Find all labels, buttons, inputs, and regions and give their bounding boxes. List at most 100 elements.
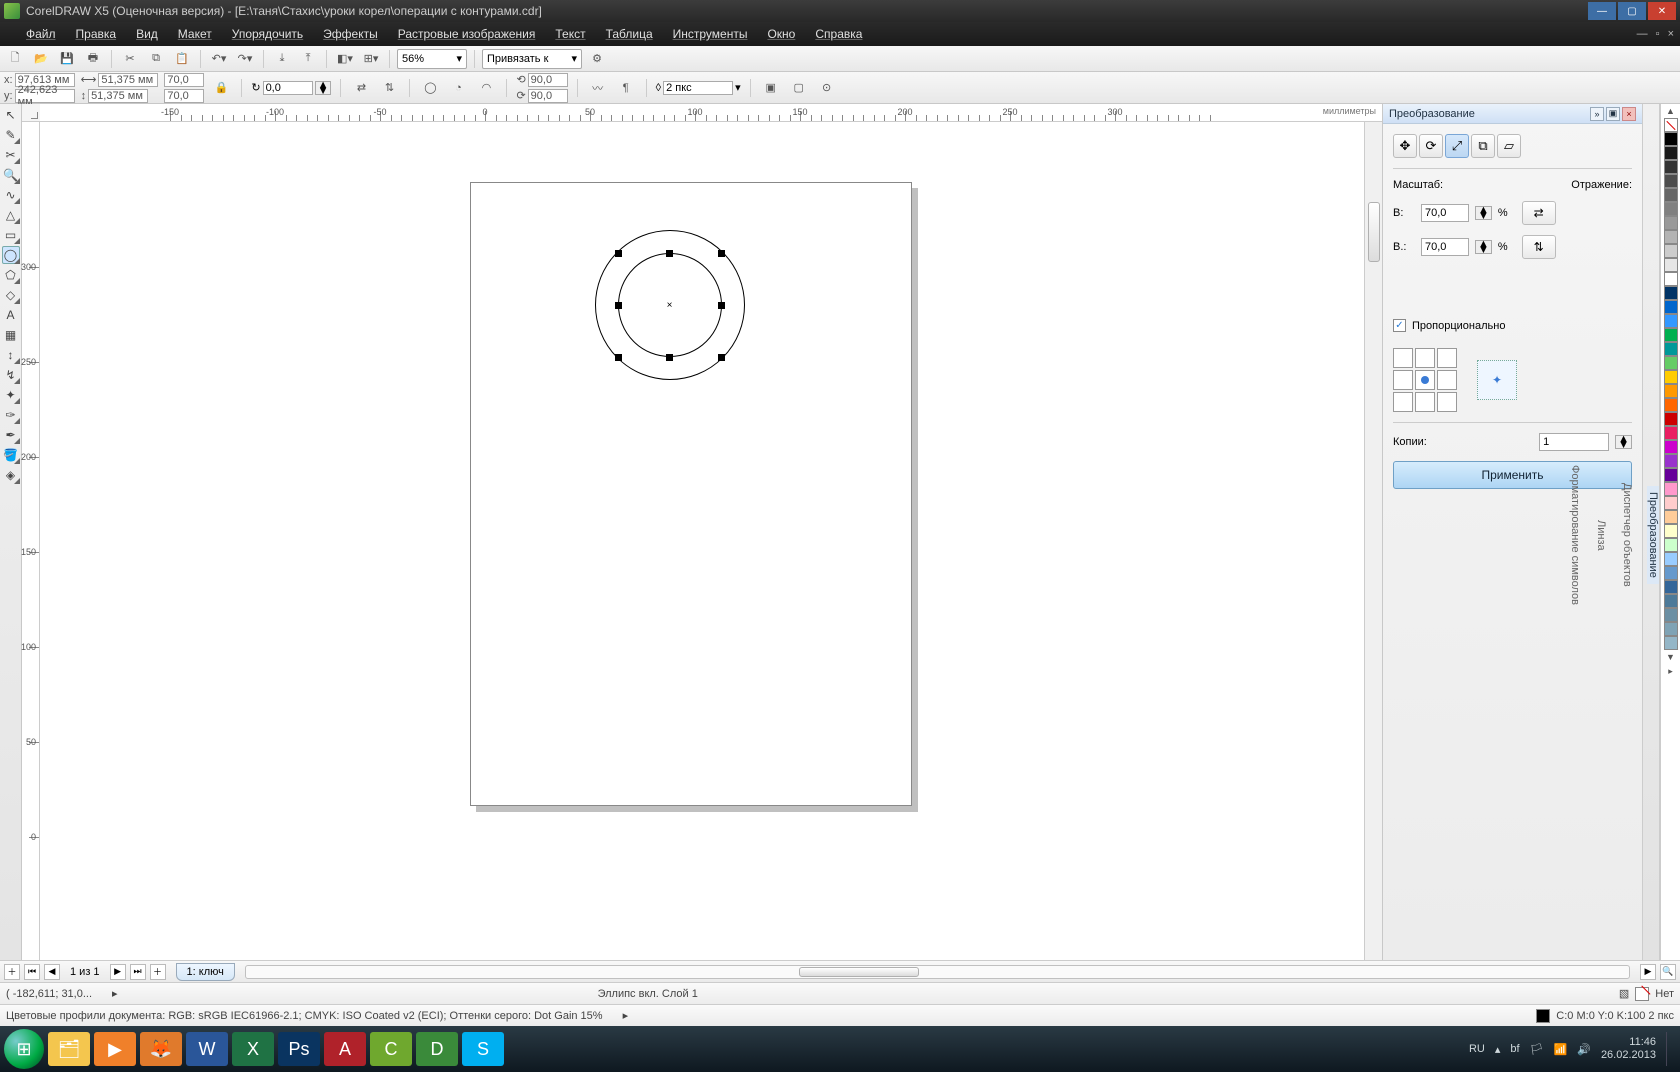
minimize-button[interactable]: — xyxy=(1588,2,1616,20)
zoom-combo[interactable]: 56%▾ xyxy=(397,49,467,69)
crop-tool[interactable]: ✂ xyxy=(2,146,20,164)
horizontal-ruler[interactable]: миллиметры -150-100-50050100150200250300 xyxy=(40,104,1382,122)
swatch-4[interactable] xyxy=(1664,188,1678,202)
swatch-8[interactable] xyxy=(1664,244,1678,258)
swatch-35[interactable] xyxy=(1664,622,1678,636)
zoom-tool-button[interactable]: 🔍 xyxy=(1660,964,1676,980)
swatch-19[interactable] xyxy=(1664,398,1678,412)
docker-tab-0[interactable]: Преобразование xyxy=(1647,486,1659,584)
undo-button[interactable]: ↶▾ xyxy=(208,48,230,70)
welcome-button[interactable]: ⊞▾ xyxy=(360,48,382,70)
menu-растровые изображения[interactable]: Растровые изображения xyxy=(388,22,546,46)
arc-button[interactable]: ◠ xyxy=(475,77,497,99)
eyedropper-tool[interactable]: ✑ xyxy=(2,406,20,424)
tray-network-icon[interactable]: 📶 xyxy=(1554,1043,1568,1056)
freehand-tool[interactable]: ∿ xyxy=(2,186,20,204)
swatch-21[interactable] xyxy=(1664,426,1678,440)
position-tab[interactable]: ✥ xyxy=(1393,134,1417,158)
vertical-ruler[interactable]: 050100150200250300 xyxy=(22,122,40,960)
start-angle-input[interactable]: 90,0 xyxy=(528,73,568,87)
scalex-input[interactable]: 70,0 xyxy=(164,73,204,87)
skew-tab[interactable]: ▱ xyxy=(1497,134,1521,158)
scroll-right-button[interactable]: ▶ xyxy=(1640,964,1656,980)
cut-button[interactable]: ✂ xyxy=(119,48,141,70)
docker-tab-2[interactable]: Линза xyxy=(1595,514,1607,557)
pie-button[interactable]: ◔ xyxy=(447,77,469,99)
tray-volume-icon[interactable]: 🔊 xyxy=(1577,1043,1591,1056)
add-page-after-button[interactable]: ＋ xyxy=(150,964,166,980)
end-angle-input[interactable]: 90,0 xyxy=(528,89,568,103)
maximize-button[interactable]: ▢ xyxy=(1618,2,1646,20)
swatch-17[interactable] xyxy=(1664,370,1678,384)
pick-tool[interactable]: ↖ xyxy=(2,106,20,124)
anchor-grid[interactable] xyxy=(1393,348,1457,412)
scaley-input[interactable]: 70,0 xyxy=(164,89,204,103)
prev-page-button[interactable]: ◀ xyxy=(44,964,60,980)
wrap-text-button[interactable]: ¶ xyxy=(615,77,637,99)
mdi-close[interactable]: × xyxy=(1668,28,1674,40)
app-launcher-button[interactable]: ◧▾ xyxy=(334,48,356,70)
fill-preview-icon[interactable]: ▧ xyxy=(1619,987,1629,1000)
ruler-origin[interactable] xyxy=(22,104,40,122)
basic-shapes-tool[interactable]: ◇ xyxy=(2,286,20,304)
docker-collapse-button[interactable]: » xyxy=(1590,107,1604,121)
mirror-h-btn[interactable]: ⇄ xyxy=(1522,201,1556,225)
swatch-18[interactable] xyxy=(1664,384,1678,398)
tray-bf-icon[interactable]: bf xyxy=(1510,1043,1519,1055)
print-button[interactable]: 🖶 xyxy=(82,48,104,70)
swatch-11[interactable] xyxy=(1664,286,1678,300)
rotate-tab[interactable]: ⟳ xyxy=(1419,134,1443,158)
mirror-v-btn[interactable]: ⇅ xyxy=(1522,235,1556,259)
handle-e[interactable] xyxy=(718,302,725,309)
convert-button[interactable]: ⊙ xyxy=(816,77,838,99)
menu-вид[interactable]: Вид xyxy=(126,22,168,46)
swatch-36[interactable] xyxy=(1664,636,1678,650)
redo-button[interactable]: ↷▾ xyxy=(234,48,256,70)
canvas[interactable]: × xyxy=(40,122,1364,960)
ellipse-tool[interactable]: ◯ xyxy=(2,246,20,264)
height-input[interactable]: 51,375 мм xyxy=(88,89,148,103)
swatch-34[interactable] xyxy=(1664,608,1678,622)
text-tool[interactable]: A xyxy=(2,306,20,324)
language-indicator[interactable]: RU xyxy=(1469,1043,1485,1055)
swatch-0[interactable] xyxy=(1664,132,1678,146)
options-button[interactable]: ⚙ xyxy=(586,48,608,70)
first-page-button[interactable]: ⏮ xyxy=(24,964,40,980)
y-input[interactable]: 242,623 мм xyxy=(15,89,75,103)
swatch-14[interactable] xyxy=(1664,328,1678,342)
palette-up[interactable]: ▲ xyxy=(1661,104,1680,118)
swatch-23[interactable] xyxy=(1664,454,1678,468)
tray-expand-icon[interactable]: ▴ xyxy=(1495,1043,1501,1056)
swatch-24[interactable] xyxy=(1664,468,1678,482)
ellipse-button[interactable]: ◯ xyxy=(419,77,441,99)
dimension-tool[interactable]: ↕ xyxy=(2,346,20,364)
lock-ratio-button[interactable]: 🔒 xyxy=(210,77,232,99)
swatch-30[interactable] xyxy=(1664,552,1678,566)
menu-правка[interactable]: Правка xyxy=(66,22,127,46)
photoshop-icon[interactable]: Ps xyxy=(278,1032,320,1066)
start-button[interactable]: ⊞ xyxy=(4,1029,44,1069)
swatch-29[interactable] xyxy=(1664,538,1678,552)
shape-tool[interactable]: ✎ xyxy=(2,126,20,144)
swatch-31[interactable] xyxy=(1664,566,1678,580)
scale-h-input[interactable]: 70,0 xyxy=(1421,238,1469,256)
zoom-tool[interactable]: 🔍 xyxy=(2,166,20,184)
swatch-2[interactable] xyxy=(1664,160,1678,174)
swatch-9[interactable] xyxy=(1664,258,1678,272)
outline-swatch[interactable] xyxy=(1536,1009,1550,1023)
polygon-tool[interactable]: ⬠ xyxy=(2,266,20,284)
interactive-fill-tool[interactable]: ◈ xyxy=(2,466,20,484)
width-input[interactable]: 51,375 мм xyxy=(98,73,158,87)
swatch-13[interactable] xyxy=(1664,314,1678,328)
handle-nw[interactable] xyxy=(615,250,622,257)
palette-flyout[interactable]: ▸ xyxy=(1661,664,1680,678)
fill-tool[interactable]: 🪣 xyxy=(2,446,20,464)
vertical-scrollbar[interactable] xyxy=(1364,122,1382,960)
mirror-h-button[interactable]: ⇄ xyxy=(350,77,372,99)
handle-sw[interactable] xyxy=(615,354,622,361)
fill-swatch[interactable] xyxy=(1635,987,1649,1001)
swatch-26[interactable] xyxy=(1664,496,1678,510)
handle-ne[interactable] xyxy=(718,250,725,257)
swatch-1[interactable] xyxy=(1664,146,1678,160)
outline-width-input[interactable]: 2 пкс xyxy=(663,81,733,95)
